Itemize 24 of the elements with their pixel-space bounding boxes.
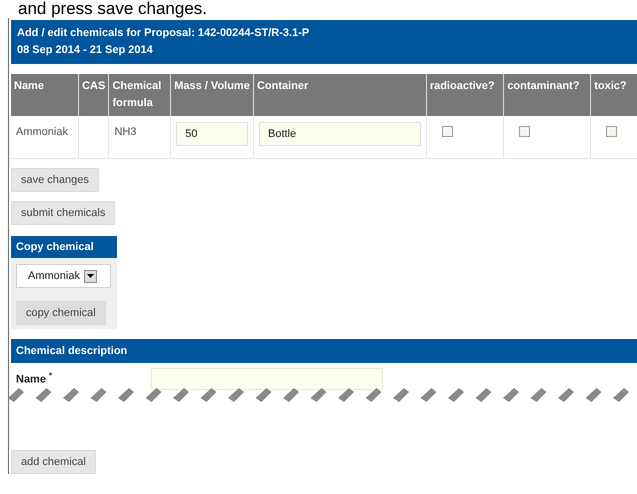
mass-input[interactable]: 50 xyxy=(176,122,248,146)
select-value: Ammoniak xyxy=(28,270,80,282)
column-header: Mass / Volume xyxy=(170,74,254,116)
copy-button[interactable]: copy chemical xyxy=(16,301,106,325)
column-header: Name xyxy=(11,74,79,116)
action-button[interactable]: submit chemicals xyxy=(11,201,116,225)
proposal-title: Add / edit chemicals for Proposal: 142-00244-ST/R-3.1-P xyxy=(17,26,310,41)
column-header: Chemical formula xyxy=(108,74,171,116)
action-button[interactable]: save changes xyxy=(11,168,99,192)
chemical-select[interactable]: Ammoniak xyxy=(16,264,111,288)
column-header: radioactive? xyxy=(426,74,504,116)
table-cell: NH3 xyxy=(108,116,171,158)
column-header: contaminant? xyxy=(504,74,591,116)
container-input[interactable]: Bottle xyxy=(258,122,421,146)
section-title: Chemical description xyxy=(11,339,637,363)
proposal-dates: 08 Sep 2014 - 21 Sep 2014 xyxy=(17,43,154,58)
instruction-text: and press save changes. xyxy=(17,0,208,18)
column-header: Container xyxy=(253,74,426,116)
add-chemical-button[interactable]: add chemical xyxy=(11,450,96,474)
name-label: Name $^{*}$ xyxy=(15,370,54,386)
panel-title: Copy chemical xyxy=(11,236,117,258)
column-header: CAS xyxy=(78,74,109,116)
column-header: toxic? xyxy=(590,74,637,116)
table-cell: Ammoniak xyxy=(11,116,79,158)
